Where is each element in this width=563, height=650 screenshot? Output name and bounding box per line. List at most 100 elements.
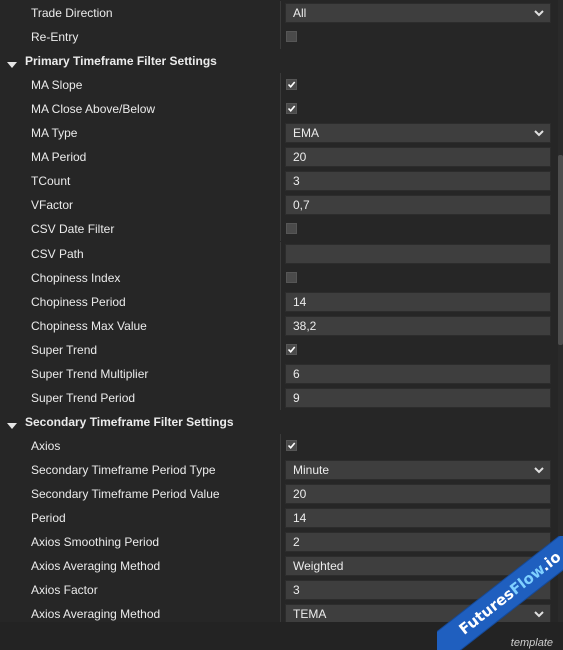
property-label: Super Trend Multiplier	[31, 366, 149, 381]
property-input[interactable]: 20	[285, 147, 551, 168]
property-row[interactable]: TCount 3	[0, 169, 556, 194]
column-divider	[280, 169, 281, 194]
chevron-down-icon[interactable]	[532, 124, 546, 142]
property-label: Super Trend Period	[31, 390, 136, 405]
property-row[interactable]: MA Slope	[0, 73, 556, 98]
property-row[interactable]: Super Trend	[0, 337, 556, 362]
property-value: TEMA	[293, 607, 327, 622]
property-row[interactable]: Chopiness Period 14	[0, 289, 556, 314]
property-row[interactable]: Period 14	[0, 506, 556, 531]
column-divider	[280, 457, 281, 482]
column-divider	[280, 554, 281, 579]
property-value: 6	[293, 366, 300, 381]
property-label: Chopiness Period	[31, 294, 126, 309]
property-value: 9	[293, 390, 300, 405]
property-dropdown[interactable]: Minute	[285, 459, 551, 480]
property-label: VFactor	[31, 198, 74, 213]
scrollbar-thumb[interactable]	[558, 155, 563, 345]
property-input[interactable]: 0,7	[285, 195, 551, 216]
property-value: 3	[293, 583, 300, 598]
property-row[interactable]: Super Trend Period 9	[0, 385, 556, 410]
column-divider	[280, 433, 281, 458]
property-value: Minute	[293, 462, 330, 477]
collapse-triangle-icon[interactable]	[7, 58, 17, 69]
property-row[interactable]: Super Trend Multiplier 6	[0, 361, 556, 386]
property-input[interactable]: 14	[285, 508, 551, 529]
property-label: Trade Direction	[31, 6, 113, 20]
vertical-scrollbar[interactable]	[558, 0, 563, 622]
property-value: 14	[293, 511, 307, 526]
property-input[interactable]: 38,2	[285, 315, 551, 336]
property-label: CSV Date Filter	[31, 222, 115, 237]
property-row[interactable]: VFactor 0,7	[0, 193, 556, 218]
column-divider	[280, 265, 281, 290]
collapse-triangle-icon[interactable]	[7, 419, 17, 429]
chevron-down-icon[interactable]	[532, 4, 546, 22]
property-dropdown[interactable]: All	[285, 3, 551, 23]
column-divider	[280, 337, 281, 362]
property-label: Axios Averaging Method	[31, 559, 161, 574]
property-label: Axios Factor	[31, 583, 98, 598]
property-value: 0,7	[293, 198, 310, 213]
category-label: Secondary Timeframe Filter Settings	[25, 414, 234, 429]
property-value: 38,2	[293, 318, 317, 333]
property-value: 2	[293, 535, 300, 550]
property-label: Secondary Timeframe Period Type	[31, 462, 216, 477]
property-row[interactable]: MA Type EMA	[0, 121, 556, 146]
property-input[interactable]: 3	[285, 171, 551, 192]
column-divider	[280, 97, 281, 122]
property-grid: Trade Direction All Re-Entry Primary Timefr…	[0, 0, 558, 622]
column-divider	[280, 313, 281, 338]
property-label: Re-Entry	[31, 30, 79, 45]
property-checkbox[interactable]	[286, 103, 297, 115]
property-label: Period	[31, 511, 66, 526]
property-label: MA Slope	[31, 78, 83, 93]
column-divider	[280, 193, 281, 218]
property-checkbox[interactable]	[286, 31, 297, 43]
property-value: 14	[293, 294, 307, 309]
property-label: Chopiness Max Value	[31, 318, 147, 333]
property-row[interactable]: MA Period 20	[0, 145, 556, 170]
property-checkbox[interactable]	[286, 271, 297, 283]
column-divider	[280, 482, 281, 506]
property-input[interactable]: 20	[285, 484, 551, 504]
column-divider	[280, 602, 281, 622]
property-checkbox[interactable]	[286, 223, 297, 235]
property-row[interactable]: Axios	[0, 433, 556, 458]
property-row[interactable]: Chopiness Max Value 38,2	[0, 313, 556, 338]
watermark: FuturesFlow.io	[437, 536, 563, 650]
column-divider	[280, 506, 281, 531]
property-row[interactable]: Re-Entry	[0, 25, 556, 50]
column-divider	[280, 241, 281, 266]
property-input[interactable]: 14	[285, 291, 551, 312]
category-label: Primary Timeframe Filter Settings	[25, 54, 217, 69]
property-checkbox[interactable]	[286, 343, 297, 355]
property-row[interactable]: MA Close Above/Below	[0, 97, 556, 122]
property-row[interactable]: Chopiness Index	[0, 265, 556, 290]
property-label: Axios	[31, 438, 61, 453]
property-value: All	[293, 6, 307, 20]
property-input[interactable]: 6	[285, 363, 551, 384]
property-checkbox[interactable]	[286, 439, 297, 451]
property-row[interactable]: Trade Direction All	[0, 1, 556, 25]
column-divider	[280, 1, 281, 25]
category-header[interactable]: Secondary Timeframe Filter Settings	[0, 410, 556, 434]
property-input[interactable]	[285, 243, 551, 264]
property-checkbox[interactable]	[286, 79, 297, 91]
property-label: MA Close Above/Below	[31, 102, 156, 117]
chevron-down-icon[interactable]	[532, 461, 546, 479]
property-row[interactable]: CSV Path	[0, 241, 556, 266]
column-divider	[280, 289, 281, 314]
property-row[interactable]: Secondary Timeframe Period Type Minute	[0, 457, 556, 482]
property-label: MA Type	[31, 126, 78, 141]
property-row[interactable]: CSV Date Filter	[0, 217, 556, 242]
column-divider	[280, 385, 281, 410]
column-divider	[280, 121, 281, 146]
property-label: Super Trend	[31, 342, 98, 357]
property-dropdown[interactable]: EMA	[285, 123, 551, 144]
property-value: 20	[293, 150, 307, 165]
property-input[interactable]: 9	[285, 387, 551, 408]
property-row[interactable]: Secondary Timeframe Period Value 20	[0, 482, 556, 506]
column-divider	[280, 361, 281, 386]
category-header[interactable]: Primary Timeframe Filter Settings	[0, 49, 556, 73]
